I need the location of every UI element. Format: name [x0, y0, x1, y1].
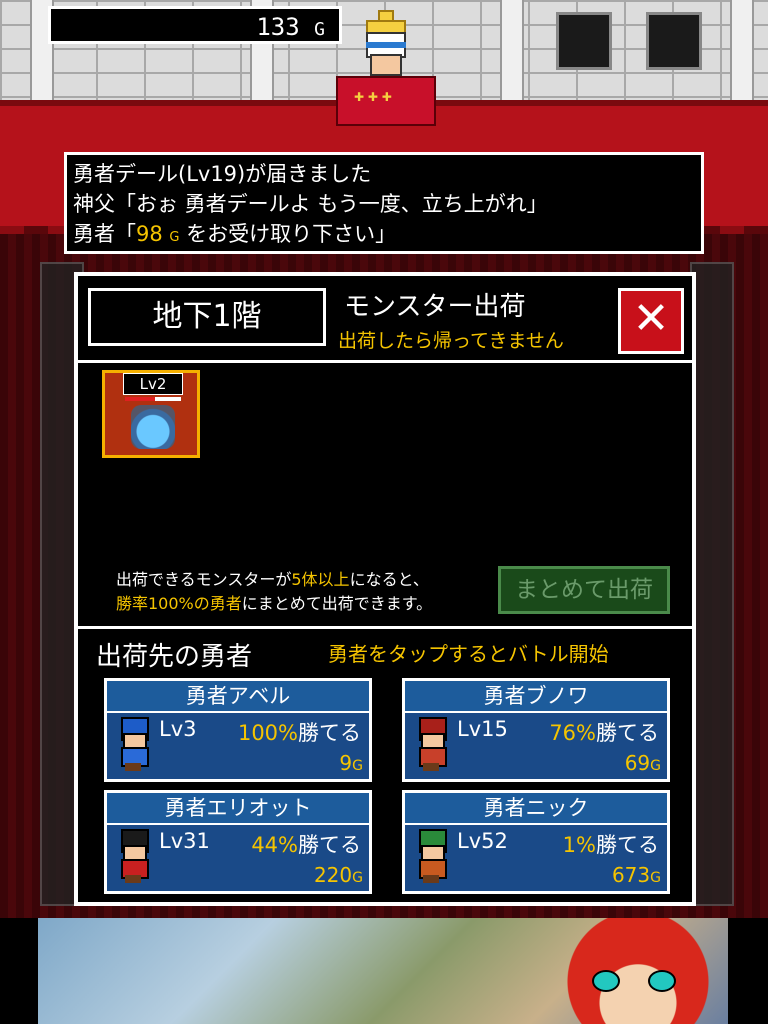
hero-abel-icon: [113, 715, 153, 773]
hero-card-nick[interactable]: 勇者ニック Lv52 1%勝てる 673G: [402, 790, 670, 894]
hero-name: 勇者ニック: [405, 793, 667, 825]
destination-heroes-title: 出荷先の勇者: [96, 642, 253, 672]
eye-icon: [592, 970, 620, 992]
close-button[interactable]: ✕: [618, 288, 684, 354]
hero-level: Lv31: [159, 829, 210, 853]
bulk-ship-button[interactable]: まとめて出荷: [498, 566, 670, 614]
hero-nick-icon: [411, 827, 451, 885]
gold-amount: 133 G: [256, 13, 325, 41]
hero-level: Lv3: [159, 717, 197, 741]
destination-hint: 勇者をタップするとバトル開始: [328, 642, 609, 666]
priest-sprite[interactable]: [336, 10, 436, 126]
hero-reward: 673G: [611, 863, 661, 887]
hero-card-benoit[interactable]: 勇者ブノワ Lv15 76%勝てる 69G: [402, 678, 670, 782]
letterbox-left: [0, 918, 38, 1024]
message-line-3: 勇者「98 G をお受け取り下さい」: [73, 222, 397, 246]
hero-level: Lv15: [457, 717, 508, 741]
altar: [336, 76, 436, 126]
monster-slot[interactable]: Lv2: [102, 370, 200, 458]
hero-reward: 9G: [339, 751, 363, 775]
castle-window: [556, 12, 612, 70]
wall-pillar: [730, 0, 754, 100]
hero-portrait-image: [528, 918, 728, 1024]
monster-shipping-dialog: 地下1階 モンスター出荷 出荷したら帰ってきません ✕ Lv2 出荷できるモンス…: [74, 272, 696, 906]
gold-counter: 133 G: [48, 6, 342, 44]
dialog-title: モンスター出荷: [344, 292, 526, 322]
hero-level: Lv52: [457, 829, 508, 853]
castle-window: [646, 12, 702, 70]
hero-name: 勇者ブノワ: [405, 681, 667, 713]
floor-label: 地下1階: [88, 288, 326, 346]
hero-reward: 220G: [313, 863, 363, 887]
wall-pillar: [500, 0, 524, 100]
divider: [78, 360, 692, 363]
eye-icon: [648, 970, 676, 992]
hero-card-elliot[interactable]: 勇者エリオット Lv31 44%勝てる 220G: [104, 790, 372, 894]
message-line-2: 神父「おぉ 勇者デールよ もう一度、立ち上がれ」: [73, 192, 548, 216]
priest-face: [370, 54, 402, 76]
monster-level: Lv2: [123, 373, 183, 395]
hero-name: 勇者アベル: [107, 681, 369, 713]
background-floor-list: [690, 262, 734, 906]
message-line-1: 勇者デール(Lv19)が届きました: [73, 162, 372, 186]
message-window[interactable]: 勇者デール(Lv19)が届きました 神父「おぉ 勇者デールよ もう一度、立ち上が…: [64, 152, 704, 254]
hero-win-rate: 100%勝てる: [237, 721, 361, 745]
hero-win-rate: 76%勝てる: [549, 721, 659, 745]
letterbox-right: [728, 918, 768, 1024]
hero-name: 勇者エリオット: [107, 793, 369, 825]
dialog-subtitle: 出荷したら帰ってきません: [338, 330, 564, 352]
bulk-ship-info: 出荷できるモンスターが5体以上になると、 勝率100%の勇者にまとめて出荷できま…: [116, 570, 433, 613]
hero-win-rate: 1%勝てる: [562, 833, 659, 857]
hero-reward: 69G: [624, 751, 661, 775]
hero-elliot-icon: [113, 827, 153, 885]
hero-benoit-icon: [411, 715, 451, 773]
hero-win-rate: 44%勝てる: [251, 833, 361, 857]
slime-in-jar-icon: [131, 405, 175, 449]
monster-hp-bar: [125, 397, 181, 401]
divider: [78, 626, 692, 629]
promo-banner[interactable]: [38, 918, 728, 1024]
hero-card-abel[interactable]: 勇者アベル Lv3 100%勝てる 9G: [104, 678, 372, 782]
